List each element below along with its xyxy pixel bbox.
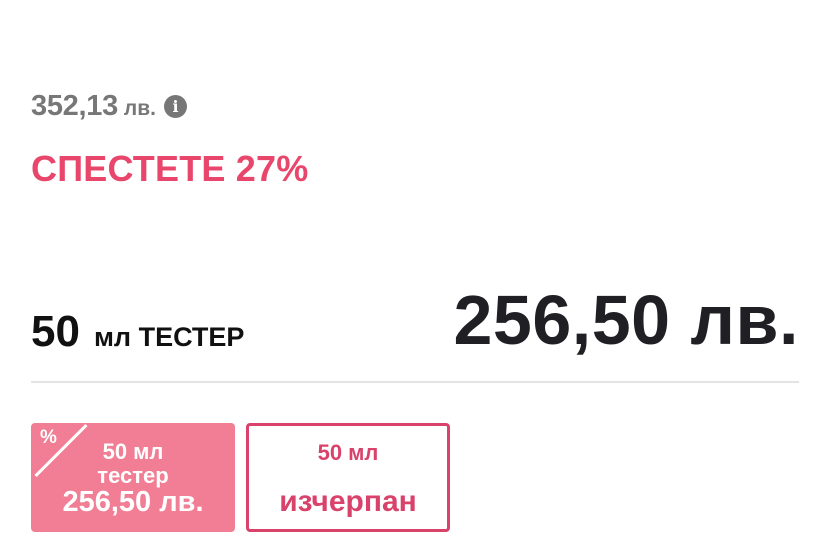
- option-50ml-button[interactable]: 50 мл изчерпан: [246, 423, 450, 532]
- divider: [31, 381, 799, 383]
- old-price: 352,13 лв. i: [31, 90, 187, 123]
- option-price: 256,50 лв.: [62, 486, 204, 518]
- selected-variant-row: 50 мл ТЕСТЕР 256,50 лв.: [31, 280, 799, 370]
- option-status: изчерпан: [279, 485, 417, 518]
- option-size: 50 мл: [102, 439, 164, 464]
- option-size: 50 мл: [317, 440, 379, 465]
- variant-type: мл ТЕСТЕР: [93, 322, 245, 352]
- current-price: 256,50 лв.: [453, 281, 799, 359]
- option-50ml-tester-button[interactable]: % 50 мл тестер 256,50 лв.: [31, 423, 235, 532]
- old-price-currency: лв.: [123, 97, 156, 120]
- savings-label: СПЕСТЕТЕ 27%: [31, 148, 309, 189]
- info-circle-icon[interactable]: i: [164, 95, 187, 118]
- variant-label: 50 мл ТЕСТЕР: [31, 307, 244, 357]
- old-price-amount: 352,13: [31, 90, 118, 122]
- variant-size: 50: [31, 307, 80, 356]
